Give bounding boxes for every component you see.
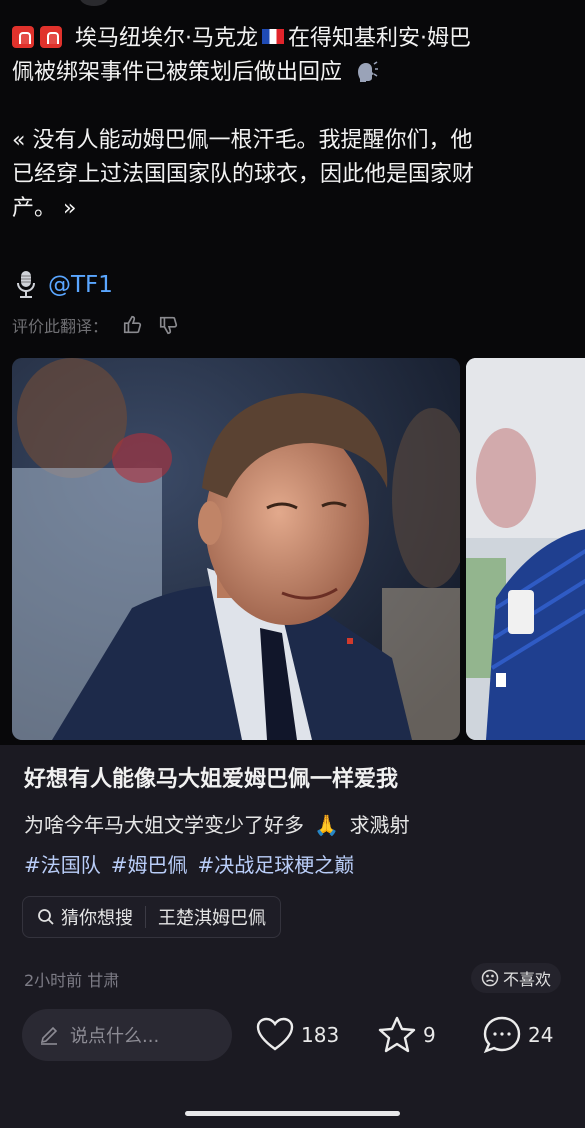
heart-icon <box>256 1017 294 1051</box>
microphone-icon <box>17 271 35 298</box>
like-button[interactable]: 183 <box>255 1015 339 1055</box>
hashtag[interactable]: #法国队 <box>24 849 101 878</box>
tweet-text-line1b: 在得知基利安·姆巴 <box>288 26 471 51</box>
thumbs-up-icon[interactable] <box>122 314 144 336</box>
comment-bubble-icon <box>483 1016 521 1054</box>
post-meta: 2小时前 甘肃 <box>24 971 120 990</box>
bottom-action-bar: 说点什么... 183 9 24 <box>0 993 585 1128</box>
source-link[interactable]: @TF1 <box>48 272 113 298</box>
dislike-label: 不喜欢 <box>502 970 551 989</box>
rate-translation: 评价此翻译： <box>12 312 180 338</box>
quote-line-2: 已经穿上过法国国家队的球衣，因此他是国家财 <box>12 162 475 187</box>
search-icon <box>38 909 54 925</box>
star-icon <box>378 1016 416 1053</box>
quoted-tweet: 埃马纽埃尔·马克龙 在得知基利安·姆巴 佩被绑架事件已被策划后做出回应 « 没有人… <box>0 0 585 745</box>
comment-button[interactable]: 24 <box>482 1015 553 1055</box>
tweet-text-line2: 佩被绑架事件已被策划后做出回应 <box>12 60 343 85</box>
tweet-line-1: 埃马纽埃尔·马克龙 在得知基利安·姆巴 <box>12 22 572 56</box>
quote-line-1: « 没有人能动姆巴佩一根汗毛。我提醒你们，他 <box>12 128 473 153</box>
comment-input[interactable]: 说点什么... <box>22 1009 232 1061</box>
france-flag-icon <box>262 29 284 44</box>
comment-count: 24 <box>528 1023 554 1047</box>
hashtag[interactable]: #决战足球梗之巅 <box>198 849 355 878</box>
photo-macron[interactable] <box>12 358 460 740</box>
avatar <box>80 0 108 6</box>
dislike-button[interactable]: 不喜欢 <box>470 963 561 993</box>
speaking-head-icon <box>358 61 379 82</box>
pencil-icon <box>40 1026 58 1045</box>
rate-label: 评价此翻译： <box>12 317 109 336</box>
siren-icon <box>40 26 62 48</box>
post-description: 为啥今年马大姐文学变少了好多 🙏 求溅射 <box>24 809 410 838</box>
source-row: @TF1 <box>14 268 113 302</box>
photo-mbappe-image <box>466 358 585 740</box>
suggested-search-query[interactable]: 王楚淇姆巴佩 <box>158 904 266 930</box>
post-title: 好想有人能像马大姐爱姆巴佩一样爱我 <box>24 767 399 792</box>
photo-mbappe[interactable] <box>466 358 585 740</box>
favorite-count: 9 <box>423 1023 436 1047</box>
tweet-text-line1a: 埃马纽埃尔·马克龙 <box>75 26 258 51</box>
tweet-text: 埃马纽埃尔·马克龙 在得知基利安·姆巴 佩被绑架事件已被策划后做出回应 « 没有人… <box>12 22 572 226</box>
frown-icon <box>481 969 499 987</box>
suggested-search-label: 猜你想搜 <box>61 908 133 929</box>
comment-placeholder: 说点什么... <box>70 1026 160 1047</box>
photo-macron-image <box>12 358 460 740</box>
quote-line-3: 产。 » <box>12 196 77 221</box>
tweet-line-2: 佩被绑架事件已被策划后做出回应 <box>12 56 572 90</box>
favorite-button[interactable]: 9 <box>377 1015 436 1055</box>
divider <box>145 906 146 928</box>
hashtag[interactable]: #姆巴佩 <box>111 849 188 878</box>
like-count: 183 <box>301 1023 340 1047</box>
siren-icon <box>12 26 34 48</box>
suggested-search-chip[interactable]: 猜你想搜 王楚淇姆巴佩 <box>22 896 281 938</box>
post-description-tail: 求溅射 <box>349 813 410 837</box>
pray-icon: 🙏 <box>314 813 340 837</box>
hashtag-list: #法国队 #姆巴佩 #决战足球梗之巅 <box>24 849 354 878</box>
home-indicator <box>185 1111 400 1116</box>
thumbs-down-icon[interactable] <box>158 314 180 336</box>
post-description-text: 为啥今年马大姐文学变少了好多 <box>24 813 304 837</box>
